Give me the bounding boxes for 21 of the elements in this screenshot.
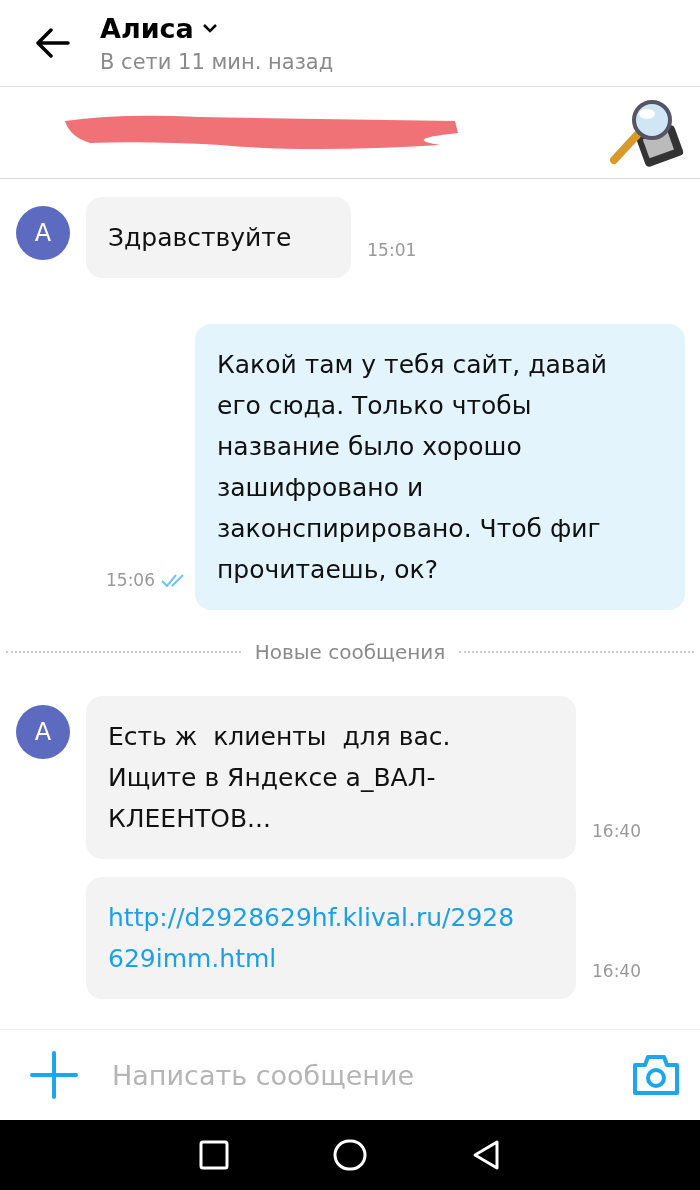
home-button[interactable] <box>333 1139 367 1171</box>
message-bubble: Есть ж клиенты для вас. Ищите в Яндексе а_ВАЛ-КЛЕЕНТОВ... <box>86 696 576 860</box>
contact-name[interactable]: Алиса <box>100 12 194 44</box>
message-input[interactable]: Написать сообщение <box>110 1058 600 1092</box>
message-bubble: Здравствуйте <box>86 197 352 279</box>
avatar[interactable]: А <box>16 206 70 261</box>
message-time: 15:01 <box>367 240 417 261</box>
message-time: 16:40 <box>592 821 641 842</box>
avatar[interactable]: А <box>16 705 70 760</box>
message-bubble: Какой там у тебя сайт, давай его сюда. Только чтобы название было хорошо зашифровано и законспирировано. Чтоб фиг прочитаешь, ок? <box>195 324 685 611</box>
recents-button[interactable] <box>199 1140 229 1170</box>
camera-button[interactable] <box>632 1054 680 1097</box>
message-link[interactable]: http://d2928629hf.klival.ru/2928629imm.html <box>86 877 576 1000</box>
chevron-down-icon[interactable] <box>201 23 218 34</box>
new-messages-label: Новые сообщения <box>254 640 446 665</box>
back-button[interactable] <box>36 28 70 59</box>
message-time: 15:06 <box>106 570 155 591</box>
online-status: В сети 11 мин. назад <box>100 49 334 74</box>
add-button[interactable] <box>30 1051 78 1100</box>
message-time: 16:40 <box>592 961 641 982</box>
back-nav-button[interactable] <box>471 1139 501 1171</box>
